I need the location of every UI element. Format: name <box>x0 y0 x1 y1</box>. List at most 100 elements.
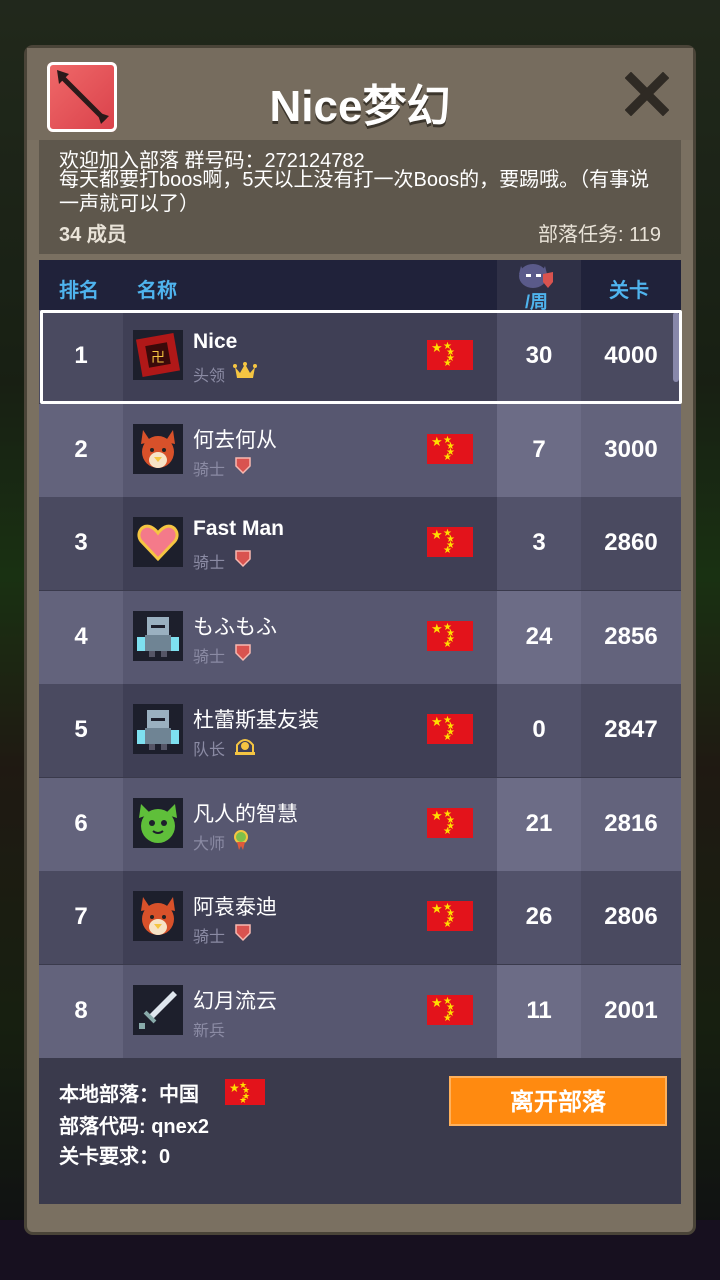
tribe-notice: 每天都要打boos啊，5天以上没有打一次Boos的，要踢哦。（有事说一声就可以了… <box>59 169 650 215</box>
table-row[interactable]: 3 Fast Man 骑士 ★ ★ ★ ★ ★ 3 2860 <box>39 497 681 590</box>
week-cell: 0 <box>497 684 581 777</box>
level-value: 2806 <box>604 903 658 930</box>
fox-icon[interactable] <box>133 891 183 941</box>
player-name: Fast Man <box>193 517 285 540</box>
rank-number: 6 <box>74 809 88 837</box>
tribe-info: 欢迎加入部落 群号码：272124782 每天都要打boos啊，5天以上没有打一… <box>39 140 681 254</box>
player-role: 骑士 <box>193 461 226 479</box>
rank-cell: 8 <box>39 964 123 1058</box>
medal-icon <box>233 829 255 850</box>
china-flag-icon: ★ ★ ★ ★ ★ <box>427 527 473 557</box>
shield-icon <box>233 548 255 568</box>
level-cell: 3000 <box>581 403 681 497</box>
sword-icon[interactable] <box>133 984 183 1035</box>
table-header: 排名 名称 /周 关卡 <box>39 260 681 312</box>
tribe-code: 部落代码: qnex2 <box>59 1116 210 1138</box>
player-name: 杜蕾斯基友装 <box>193 709 319 732</box>
level-header: 关卡 <box>609 280 649 302</box>
shield-icon <box>233 455 255 475</box>
china-flag-icon: ★ ★ ★ ★ ★ <box>427 433 473 464</box>
table-row[interactable]: 8 幻月流云新兵 ★ ★ ★ ★ ★ 11 2001 <box>39 964 681 1058</box>
table-row[interactable]: 4 もふもふ骑士 ★ ★ ★ ★ ★ 24 2856 <box>39 590 681 684</box>
rank-cell: 5 <box>39 684 123 777</box>
name-header: 名称 <box>137 280 177 302</box>
week-cell: 24 <box>497 590 581 684</box>
china-flag-icon: ★ ★ ★ ★ ★ <box>427 620 473 651</box>
knight-icon[interactable] <box>133 704 183 754</box>
name-cell: 何去何从骑士 ★ ★ ★ ★ ★ <box>123 403 497 497</box>
name-cell: 杜蕾斯基友装队长 ★ ★ ★ ★ ★ <box>123 684 497 777</box>
rank-header: 排名 <box>59 280 99 302</box>
week-boss-count: 21 <box>525 809 553 837</box>
player-name: 阿袁泰迪 <box>193 896 277 919</box>
player-role: 队长 <box>193 742 226 759</box>
tribe-panel: Nice梦幻 欢迎加入部落 群号码：272124782 每天都要打boos啊，5… <box>27 48 693 1232</box>
table-row[interactable]: 5 杜蕾斯基友装队长 ★ ★ ★ ★ ★ 0 2847 <box>39 684 681 777</box>
week-cell: 3 <box>497 497 581 590</box>
week-cell: 26 <box>497 871 581 964</box>
level-value: 2816 <box>604 809 658 837</box>
table-row[interactable]: 6 凡人的智慧 大师 ★ ★ ★ ★ ★ 21 2816 <box>39 777 681 871</box>
close-icon <box>624 71 670 117</box>
table-row[interactable]: 7 阿袁泰迪 骑士 ★ ★ ★ ★ ★ 26 2806 <box>39 871 681 964</box>
level-cell: 2001 <box>581 964 681 1058</box>
rank-cell: 7 <box>39 871 123 964</box>
rank-number: 2 <box>74 435 88 463</box>
shield-icon <box>233 922 255 942</box>
rank-number: 5 <box>74 716 88 743</box>
rank-number: 3 <box>74 529 88 556</box>
shield-icon <box>233 642 255 662</box>
rank-cell: 3 <box>39 497 123 590</box>
player-name: 凡人的智慧 <box>193 802 298 826</box>
panel-header: Nice梦幻 <box>27 48 693 140</box>
level-requirement: 关卡要求：0 <box>59 1146 171 1168</box>
week-boss-count: 3 <box>532 529 546 556</box>
name-cell: 阿袁泰迪 骑士 ★ ★ ★ ★ ★ <box>123 871 497 964</box>
name-cell: 凡人的智慧 大师 ★ ★ ★ ★ ★ <box>123 777 497 871</box>
week-boss-count: 7 <box>532 435 546 463</box>
name-cell: もふもふ骑士 ★ ★ ★ ★ ★ <box>123 590 497 684</box>
player-role: 大师 <box>193 835 226 853</box>
level-cell: 2847 <box>581 684 681 777</box>
level-value: 3000 <box>604 435 658 463</box>
china-flag-icon: ★ ★ ★ ★ ★ <box>427 994 473 1025</box>
week-boss-count: 26 <box>525 903 553 930</box>
fox-icon[interactable] <box>133 423 183 474</box>
week-boss-count: 24 <box>525 622 553 650</box>
rank-cell: 2 <box>39 403 123 497</box>
week-cell: 11 <box>497 964 581 1058</box>
week-cell: 7 <box>497 403 581 497</box>
rank-cell: 4 <box>39 590 123 684</box>
player-name: 何去何从 <box>193 428 277 452</box>
player-name: 幻月流云 <box>193 989 277 1013</box>
level-value: 2847 <box>604 716 658 743</box>
china-flag-icon: ★ ★ ★ ★ ★ <box>225 1079 265 1105</box>
china-flag-icon: ★ ★ ★ ★ ★ <box>427 901 473 931</box>
player-role: 新兵 <box>193 1022 226 1040</box>
level-value: 2856 <box>604 622 658 650</box>
level-cell: 2806 <box>581 871 681 964</box>
green-cat-icon[interactable] <box>133 797 183 848</box>
local-tribe: 本地部落：中国 <box>59 1084 199 1106</box>
knight-icon[interactable] <box>133 610 183 661</box>
player-role: 骑士 <box>193 555 226 572</box>
player-role: 骑士 <box>193 648 226 666</box>
rank-number: 7 <box>74 903 88 930</box>
level-value: 2001 <box>604 996 658 1024</box>
table-row[interactable]: 2 何去何从骑士 ★ ★ ★ ★ ★ 7 3000 <box>39 403 681 497</box>
tribe-task: 部落任务: 119 <box>538 224 661 246</box>
week-boss-count: 11 <box>526 996 552 1024</box>
name-cell: Fast Man 骑士 ★ ★ ★ ★ ★ <box>123 497 497 590</box>
level-value: 2860 <box>604 529 658 556</box>
china-flag-icon: ★ ★ ★ ★ ★ <box>427 714 473 744</box>
close-button[interactable] <box>624 71 670 117</box>
helmet-icon <box>233 735 255 755</box>
heart-icon[interactable] <box>133 517 183 567</box>
rank-number: 8 <box>74 996 88 1024</box>
week-boss-count: 0 <box>532 716 546 743</box>
selected-row-highlight <box>40 310 682 404</box>
level-cell: 2816 <box>581 777 681 871</box>
rank-number: 4 <box>74 622 88 650</box>
leave-tribe-button[interactable]: 离开部落 <box>449 1076 667 1126</box>
player-name: もふもふ <box>193 615 277 639</box>
